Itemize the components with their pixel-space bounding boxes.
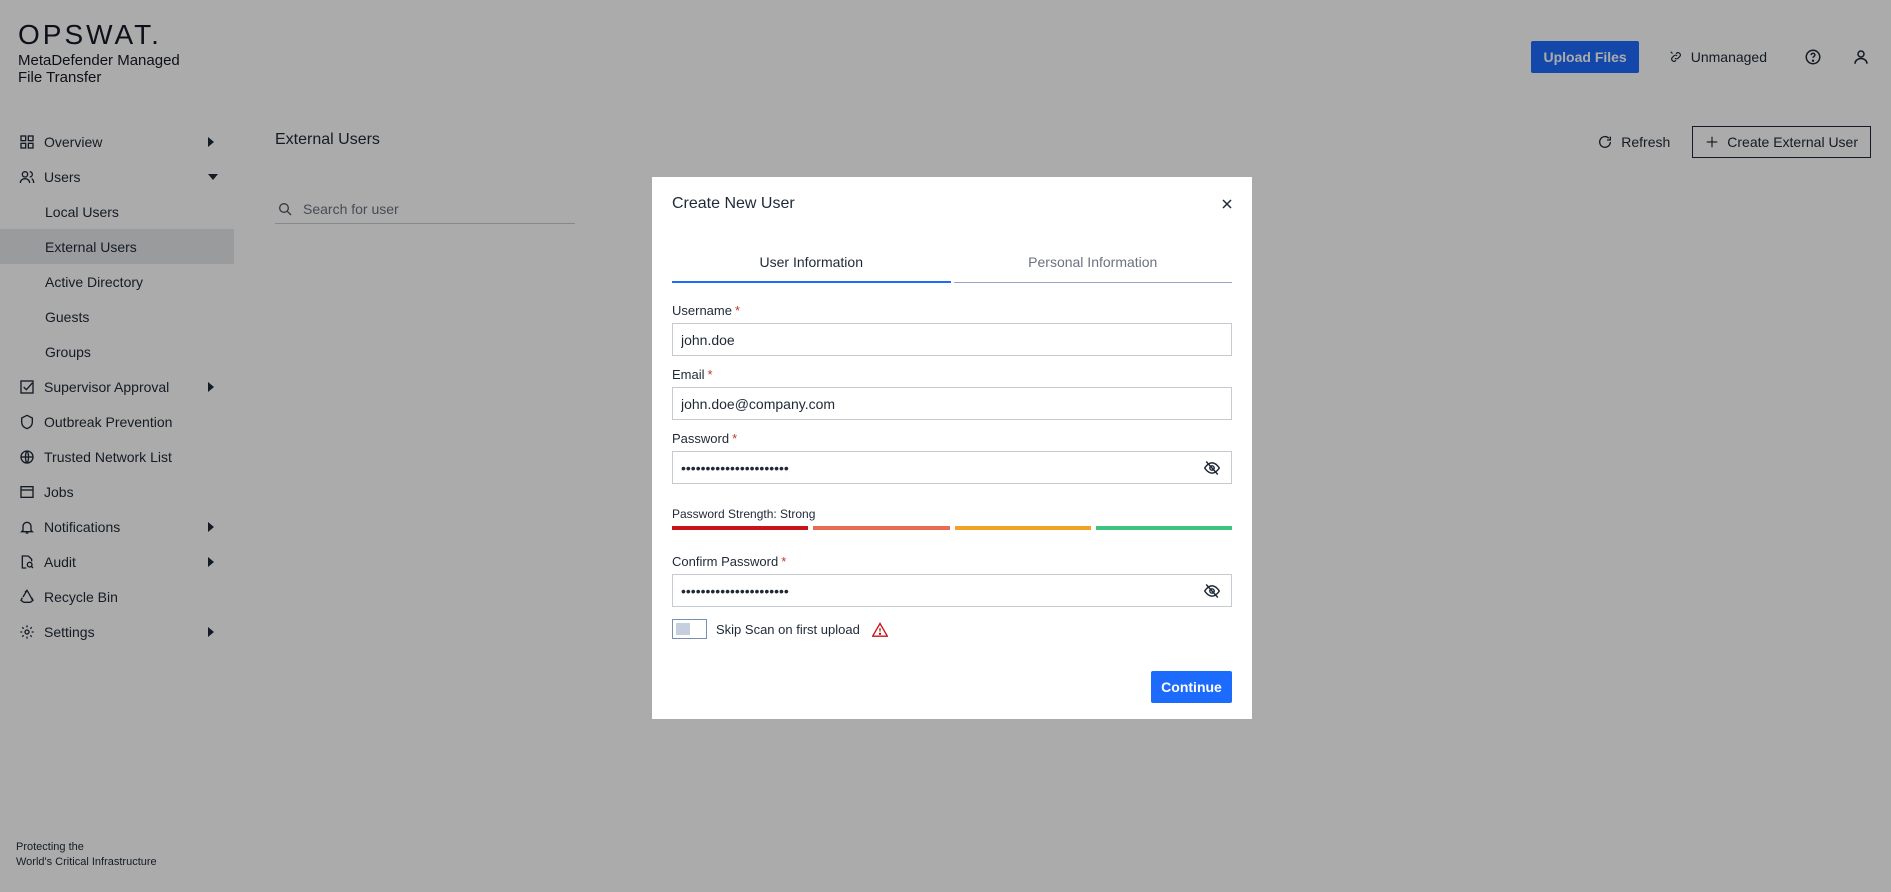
password-label: Password *	[672, 431, 737, 446]
dialog-title: Create New User	[672, 195, 795, 212]
continue-button[interactable]: Continue	[1151, 671, 1232, 703]
username-label: Username *	[672, 303, 740, 318]
confirm-password-field	[672, 574, 1232, 607]
password-strength-meter	[672, 526, 1232, 530]
required-mark: *	[734, 303, 741, 318]
strength-segment-4	[1095, 526, 1232, 530]
password-field	[672, 451, 1232, 484]
skip-scan-toggle[interactable]	[672, 619, 707, 639]
strength-segment-3	[954, 526, 1091, 530]
strength-segment-2	[813, 526, 950, 530]
email-field	[672, 387, 1232, 420]
eye-off-icon[interactable]	[1203, 460, 1221, 476]
eye-off-icon[interactable]	[1203, 583, 1221, 599]
toggle-knob	[676, 623, 690, 635]
confirm-password-label: Confirm Password *	[672, 554, 786, 569]
required-mark: *	[707, 367, 713, 382]
password-input[interactable]	[673, 459, 1173, 476]
warning-icon[interactable]	[871, 621, 888, 637]
skip-scan-row: Skip Scan on first upload	[672, 619, 888, 639]
dialog-tabs: User Information Personal Information	[672, 253, 1232, 283]
email-label-text: Email	[672, 367, 705, 382]
tab-user-information[interactable]: User Information	[672, 253, 951, 283]
username-input[interactable]	[673, 331, 1173, 348]
email-input[interactable]	[673, 395, 1173, 412]
confirm-password-label-text: Confirm Password	[672, 554, 779, 569]
create-user-dialog: Create New User User Information Persona…	[652, 177, 1252, 719]
close-icon[interactable]	[1219, 196, 1235, 212]
confirm-password-input[interactable]	[673, 582, 1173, 599]
username-field	[672, 323, 1232, 356]
skip-scan-label: Skip Scan on first upload	[716, 621, 860, 637]
required-mark: *	[732, 431, 738, 446]
strength-segment-1	[672, 526, 809, 530]
email-label: Email *	[672, 367, 713, 382]
password-strength-label: Password Strength: Strong	[672, 507, 816, 521]
password-label-text: Password	[672, 431, 730, 446]
username-label-text: Username	[672, 303, 732, 318]
tab-personal-information[interactable]: Personal Information	[953, 253, 1232, 283]
required-mark: *	[781, 554, 787, 569]
